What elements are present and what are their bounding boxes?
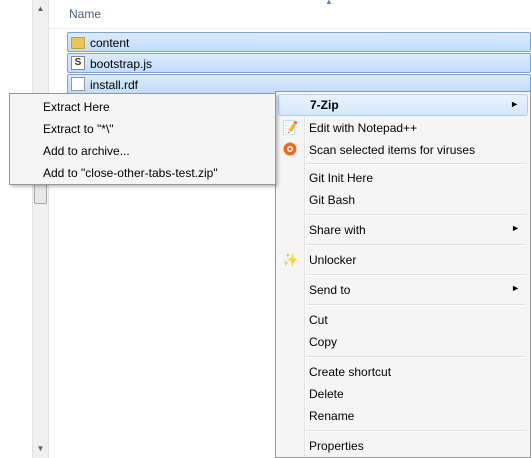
menu-item-scan-viruses[interactable]: Scan selected items for viruses [278, 139, 528, 161]
menu-item-label: Git Bash [309, 193, 356, 207]
menu-item-label: Edit with Notepad++ [309, 121, 418, 135]
menu-item-label: Add to archive... [43, 144, 130, 158]
menu-item-label: Copy [309, 335, 338, 349]
submenu-arrow-icon: ► [511, 223, 520, 233]
submenu-arrow-icon: ► [510, 99, 519, 109]
file-row-content[interactable]: content [67, 32, 531, 52]
menu-item-copy[interactable]: Copy [278, 331, 528, 353]
column-header: ▲ Name [49, 0, 531, 29]
menu-item-label: Extract to "*\" [43, 122, 114, 136]
scroll-up-icon[interactable]: ▲ [33, 2, 48, 16]
menu-item-create-shortcut[interactable]: Create shortcut [278, 361, 528, 383]
file-name: bootstrap.js [90, 57, 153, 71]
menu-item-rename[interactable]: Rename [278, 405, 528, 427]
file-name: content [90, 36, 130, 50]
menu-separator [306, 274, 526, 276]
menu-item-git-init[interactable]: Git Init Here [278, 167, 528, 189]
menu-separator [306, 214, 526, 216]
menu-item-label: Properties [309, 439, 364, 453]
submenu-item-add-to-zip[interactable]: Add to "close-other-tabs-test.zip" [12, 162, 273, 184]
folder-icon [71, 37, 85, 49]
menu-item-label: Send to [309, 283, 351, 297]
menu-item-label: Delete [309, 387, 344, 401]
menu-item-label: Cut [309, 313, 328, 327]
js-file-icon: S [71, 56, 85, 70]
sort-ascending-icon: ▲ [325, 0, 333, 6]
menu-item-share-with[interactable]: Share with ► [278, 219, 528, 241]
menu-item-label: Unlocker [309, 253, 357, 267]
menu-item-delete[interactable]: Delete [278, 383, 528, 405]
menu-item-label: Rename [309, 409, 355, 423]
file-icon [71, 77, 85, 91]
menu-item-label: Add to "close-other-tabs-test.zip" [43, 166, 218, 180]
menu-item-cut[interactable]: Cut [278, 309, 528, 331]
submenu-item-add-to-archive[interactable]: Add to archive... [12, 140, 273, 162]
vertical-scrollbar[interactable]: ▲ ▼ [32, 0, 49, 458]
menu-separator [306, 356, 526, 358]
file-name: install.rdf [90, 78, 139, 92]
submenu-arrow-icon: ► [511, 283, 520, 293]
notepad-icon: 📝 [282, 120, 299, 135]
menu-item-label: Share with [309, 223, 366, 237]
unlocker-icon: ✨ [282, 252, 299, 267]
menu-separator [306, 163, 526, 165]
menu-item-edit-notepad[interactable]: 📝 Edit with Notepad++ [278, 117, 528, 139]
scroll-down-icon[interactable]: ▼ [33, 442, 48, 456]
menu-item-properties[interactable]: Properties [278, 435, 528, 457]
name-column-header[interactable]: Name [69, 7, 101, 21]
submenu-item-extract-to[interactable]: Extract to "*\" [12, 118, 273, 140]
menu-separator [306, 430, 526, 432]
antivirus-icon [282, 142, 298, 158]
file-row-bootstrap[interactable]: S bootstrap.js [67, 53, 531, 73]
menu-separator [306, 304, 526, 306]
submenu-item-extract-here[interactable]: Extract Here [12, 96, 273, 118]
menu-item-label: 7-Zip [310, 98, 339, 112]
menu-item-git-bash[interactable]: Git Bash [278, 189, 528, 211]
submenu-7zip: Extract Here Extract to "*\" Add to arch… [9, 93, 276, 185]
menu-item-label: Git Init Here [309, 171, 374, 185]
menu-separator [306, 244, 526, 246]
menu-item-label: Create shortcut [309, 365, 392, 379]
navigation-pane [0, 0, 32, 458]
menu-item-label: Extract Here [43, 100, 110, 114]
menu-item-send-to[interactable]: Send to ► [278, 279, 528, 301]
menu-item-7zip[interactable]: 7-Zip ► [278, 94, 528, 116]
context-menu: 7-Zip ► 📝 Edit with Notepad++ Scan selec… [275, 91, 531, 458]
menu-item-label: Scan selected items for viruses [309, 143, 476, 157]
menu-item-unlocker[interactable]: ✨ Unlocker [278, 249, 528, 271]
